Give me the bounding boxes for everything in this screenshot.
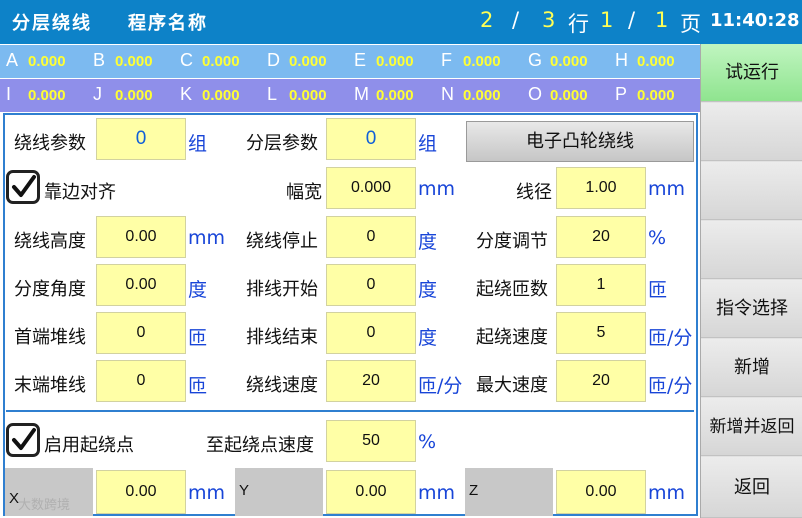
index-angle-field[interactable]: 0.00 [96, 264, 186, 306]
width-field[interactable]: 0.000 [326, 167, 416, 209]
row-current: 2 [480, 8, 494, 32]
wire-diameter-unit: mm [648, 178, 686, 200]
layout-start-field[interactable]: 0 [326, 264, 416, 306]
index-adjust-unit: % [648, 227, 667, 249]
max-speed-label: 最大速度 [476, 375, 548, 396]
sidebar-empty-button-2[interactable] [701, 162, 802, 220]
layer-params-unit: 组 [418, 133, 438, 155]
winding-speed-unit: 匝/分 [418, 375, 463, 397]
layout-end-unit: 度 [418, 327, 438, 349]
page-separator: / [628, 8, 636, 32]
axis-row-2: I 0.000 J 0.000 K 0.000 L 0.000 M 0.000 N 0.00… [0, 79, 700, 112]
add-button[interactable]: 新增 [701, 339, 802, 397]
row-unit: 行 [568, 12, 589, 36]
layout-end-label: 排线结束 [246, 327, 318, 348]
title-bar: 分层绕线 程序名称 2 / 3 行 1 / 1 页 11:40:28 [0, 0, 802, 44]
x-unit: mm [188, 482, 226, 504]
command-select-button[interactable]: 指令选择 [701, 280, 802, 338]
start-speed-label: 起绕速度 [476, 327, 548, 348]
winding-stop-label: 绕线停止 [246, 231, 318, 252]
layer-params-field[interactable]: 0 [326, 118, 416, 160]
to-start-speed-field[interactable]: 50 [326, 420, 416, 462]
sidebar-empty-button-1[interactable] [701, 103, 802, 161]
page-total: 1 [655, 8, 669, 32]
edge-align-label: 靠边对齐 [44, 182, 116, 203]
check-icon [12, 428, 36, 450]
y-axis-capture[interactable]: Y [235, 468, 323, 516]
start-turns-field[interactable]: 1 [556, 264, 646, 306]
page-current: 1 [600, 8, 614, 32]
winding-speed-label: 绕线速度 [246, 375, 318, 396]
z-field[interactable]: 0.00 [556, 470, 646, 514]
sidebar: 试运行 指令选择 新增 新增并返回 返回 [700, 44, 802, 518]
tail-stack-unit: 匝 [188, 375, 208, 397]
electronic-cam-winding-button[interactable]: 电子凸轮绕线 [466, 121, 694, 162]
section-divider [6, 410, 694, 412]
row-separator: / [512, 8, 520, 32]
index-adjust-field[interactable]: 20 [556, 216, 646, 258]
clock: 11:40:28 [710, 10, 800, 31]
index-angle-unit: 度 [188, 279, 208, 301]
to-start-speed-label: 至起绕点速度 [206, 435, 314, 456]
winding-stop-field[interactable]: 0 [326, 216, 416, 258]
wire-diameter-field[interactable]: 1.00 [556, 167, 646, 209]
page-title: 分层绕线 [12, 13, 92, 34]
z-unit: mm [648, 482, 686, 504]
back-button[interactable]: 返回 [701, 457, 802, 518]
y-unit: mm [418, 482, 456, 504]
index-adjust-label: 分度调节 [476, 231, 548, 252]
start-speed-unit: 匝/分 [648, 327, 693, 349]
layout-start-label: 排线开始 [246, 279, 318, 300]
axis-row-1: A 0.000 B 0.000 C 0.000 D 0.000 E 0.000 F 0.00… [0, 45, 700, 78]
max-speed-unit: 匝/分 [648, 375, 693, 397]
program-name-label: 程序名称 [128, 13, 208, 34]
max-speed-field[interactable]: 20 [556, 360, 646, 402]
y-axis-label: Y [239, 482, 250, 499]
index-angle-label: 分度角度 [14, 279, 86, 300]
winding-params-label: 绕线参数 [14, 133, 86, 154]
tail-stack-label: 末端堆线 [14, 375, 86, 396]
head-stack-field[interactable]: 0 [96, 312, 186, 354]
head-stack-unit: 匝 [188, 327, 208, 349]
to-start-speed-unit: % [418, 431, 437, 453]
x-field[interactable]: 0.00 [96, 470, 186, 514]
z-axis-capture[interactable]: Z [465, 468, 553, 516]
winding-height-label: 绕线高度 [14, 231, 86, 252]
watermark: 大数跨境 [18, 498, 71, 513]
y-field[interactable]: 0.00 [326, 470, 416, 514]
check-icon [12, 175, 36, 197]
tail-stack-field[interactable]: 0 [96, 360, 186, 402]
width-unit: mm [418, 178, 456, 200]
winding-stop-unit: 度 [418, 231, 438, 253]
z-axis-label: Z [469, 482, 479, 499]
page-unit: 页 [680, 12, 701, 36]
head-stack-label: 首端堆线 [14, 327, 86, 348]
winding-params-unit: 组 [188, 133, 208, 155]
enable-start-point-checkbox[interactable] [6, 423, 40, 457]
winding-height-field[interactable]: 0.00 [96, 216, 186, 258]
winding-height-unit: mm [188, 227, 226, 249]
edge-align-checkbox[interactable] [6, 170, 40, 204]
layout-end-field[interactable]: 0 [326, 312, 416, 354]
winding-speed-field[interactable]: 20 [326, 360, 416, 402]
sidebar-empty-button-3[interactable] [701, 221, 802, 279]
row-total: 3 [542, 8, 556, 32]
layout-start-unit: 度 [418, 279, 438, 301]
winding-params-field[interactable]: 0 [96, 118, 186, 160]
add-and-return-button[interactable]: 新增并返回 [701, 398, 802, 456]
wire-diameter-label: 线径 [516, 182, 552, 203]
start-turns-label: 起绕匝数 [476, 279, 548, 300]
width-label: 幅宽 [286, 182, 322, 203]
start-turns-unit: 匝 [648, 279, 668, 301]
enable-start-point-label: 启用起绕点 [44, 435, 134, 456]
start-speed-field[interactable]: 5 [556, 312, 646, 354]
test-run-button[interactable]: 试运行 [701, 44, 802, 102]
layer-params-label: 分层参数 [246, 133, 318, 154]
